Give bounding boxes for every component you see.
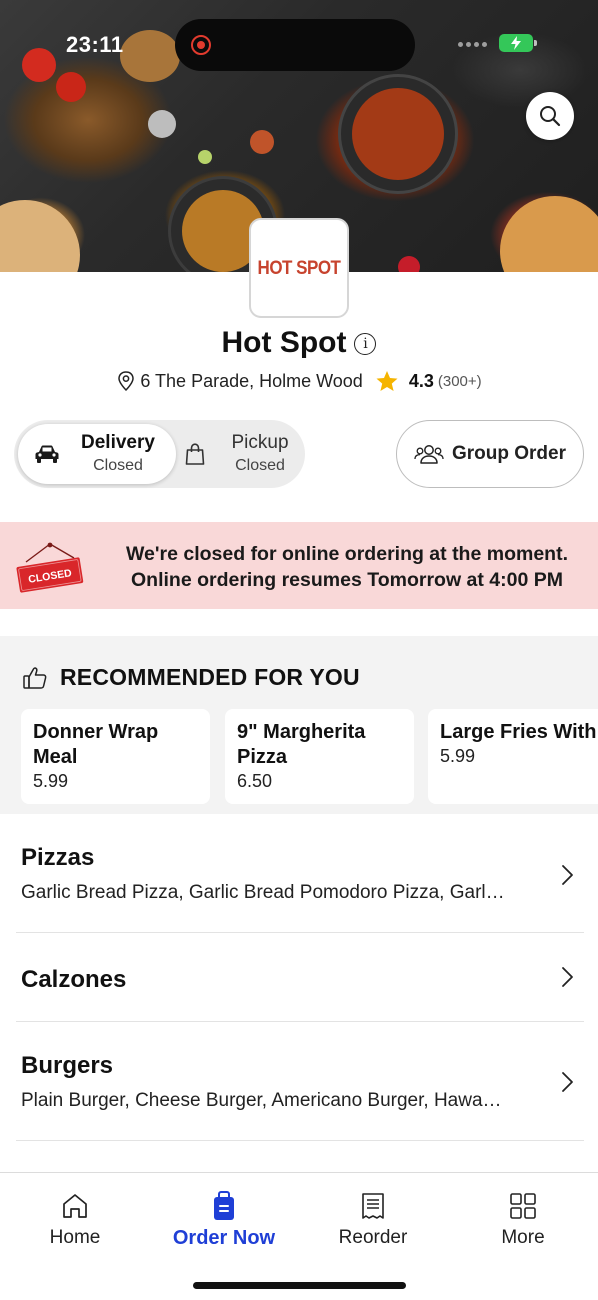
nav-home-label: Home	[49, 1227, 101, 1248]
recommended-title: RECOMMENDED FOR YOU	[60, 664, 360, 690]
delivery-status: Closed	[93, 457, 143, 474]
chevron-right-icon	[562, 1072, 573, 1092]
store-address: 6 The Parade, Holme Wood	[140, 370, 363, 391]
shopping-bag-icon	[185, 443, 205, 465]
recommended-item-price: 5.99	[440, 746, 476, 766]
home-indicator	[193, 1282, 406, 1289]
group-users-icon	[414, 445, 444, 464]
location-pin-icon	[118, 371, 135, 392]
store-rating-count: (300+)	[437, 372, 482, 390]
category-name: Pizzas	[21, 844, 95, 871]
grid-icon	[510, 1193, 536, 1219]
info-icon[interactable]: i	[354, 333, 377, 355]
closed-sign-icon: CLOSED	[16, 542, 84, 593]
category-name: Burgers	[21, 1052, 114, 1079]
dynamic-island	[175, 19, 415, 71]
bottom-navigation: Home Order Now Reorder More	[0, 1172, 598, 1300]
divider	[16, 1140, 584, 1141]
category-description: Garlic Bread Pizza, Garlic Bread Pomodor…	[21, 882, 505, 903]
recommended-card[interactable]: Large Fries With Donner Meat 5.99	[428, 709, 598, 804]
store-logo: HOT SPOT	[249, 218, 349, 318]
signal-icon	[458, 42, 487, 47]
recommended-item-name: Large Fries With Donner Meat	[440, 721, 598, 743]
order-mode-toggle: Delivery Closed Pickup Closed	[14, 420, 305, 488]
home-icon	[63, 1194, 87, 1218]
search-button[interactable]	[526, 92, 574, 140]
status-time: 23:11	[66, 32, 124, 57]
thumbs-up-icon	[23, 666, 47, 689]
group-order-label: Group Order	[451, 443, 566, 464]
nav-order-now-label: Order Now	[172, 1227, 276, 1249]
recommended-item-price: 6.50	[237, 771, 273, 791]
nav-reorder-label: Reorder	[338, 1227, 408, 1248]
battery-icon	[499, 34, 537, 52]
recommended-card[interactable]: Donner Wrap Meal 5.99	[21, 709, 210, 804]
category-row-calzones[interactable]: Calzones	[0, 933, 598, 1021]
category-row-burgers[interactable]: Burgers Plain Burger, Cheese Burger, Ame…	[0, 1022, 598, 1140]
category-name: Calzones	[21, 966, 127, 993]
nav-order-now[interactable]: Order Now	[159, 1191, 289, 1250]
chevron-right-icon	[562, 967, 573, 987]
pickup-option[interactable]: Pickup Closed	[182, 424, 302, 484]
store-address-row: 6 The Parade, Holme Wood 4.3 (300+)	[0, 370, 598, 392]
closed-notice-banner: CLOSED We're closed for online ordering …	[0, 522, 598, 609]
group-order-button[interactable]: Group Order	[396, 420, 584, 488]
chevron-right-icon	[562, 865, 573, 885]
category-row-pizzas[interactable]: Pizzas Garlic Bread Pizza, Garlic Bread …	[0, 830, 598, 932]
category-description: Plain Burger, Cheese Burger, Americano B…	[21, 1090, 502, 1111]
store-logo-text: HOT SPOT	[257, 256, 341, 279]
recommended-card[interactable]: 9" Margherita Pizza 6.50	[225, 709, 414, 804]
recommended-item-name: 9" Margherita Pizza	[237, 721, 366, 768]
nav-reorder[interactable]: Reorder	[308, 1191, 438, 1249]
delivery-option[interactable]: Delivery Closed	[18, 424, 176, 484]
store-name: Hot Spot	[221, 326, 347, 359]
order-bag-icon	[214, 1191, 234, 1220]
nav-more[interactable]: More	[458, 1191, 588, 1249]
pickup-status: Closed	[235, 457, 285, 474]
nav-home[interactable]: Home	[10, 1191, 140, 1249]
search-icon	[540, 106, 561, 127]
nav-more-label: More	[501, 1227, 545, 1248]
recommended-section: RECOMMENDED FOR YOU Donner Wrap Meal 5.9…	[0, 636, 598, 814]
recommended-item-price: 5.99	[33, 771, 69, 791]
closed-message-line1: We're closed for online ordering at the …	[125, 543, 568, 565]
recommended-header: RECOMMENDED FOR YOU	[22, 664, 360, 691]
closed-message-line2: Online ordering resumes Tomorrow at 4:00…	[131, 569, 563, 591]
store-title-row: Hot Spot i	[0, 326, 598, 360]
car-icon	[35, 445, 59, 463]
receipt-icon	[362, 1193, 384, 1219]
recommended-item-name: Donner Wrap Meal	[33, 721, 159, 768]
closed-message: We're closed for online ordering at the …	[112, 541, 582, 593]
recording-indicator-icon	[191, 35, 211, 55]
star-icon	[376, 371, 398, 391]
pickup-label: Pickup	[231, 432, 289, 453]
delivery-label: Delivery	[81, 432, 155, 453]
store-rating: 4.3	[408, 370, 434, 391]
